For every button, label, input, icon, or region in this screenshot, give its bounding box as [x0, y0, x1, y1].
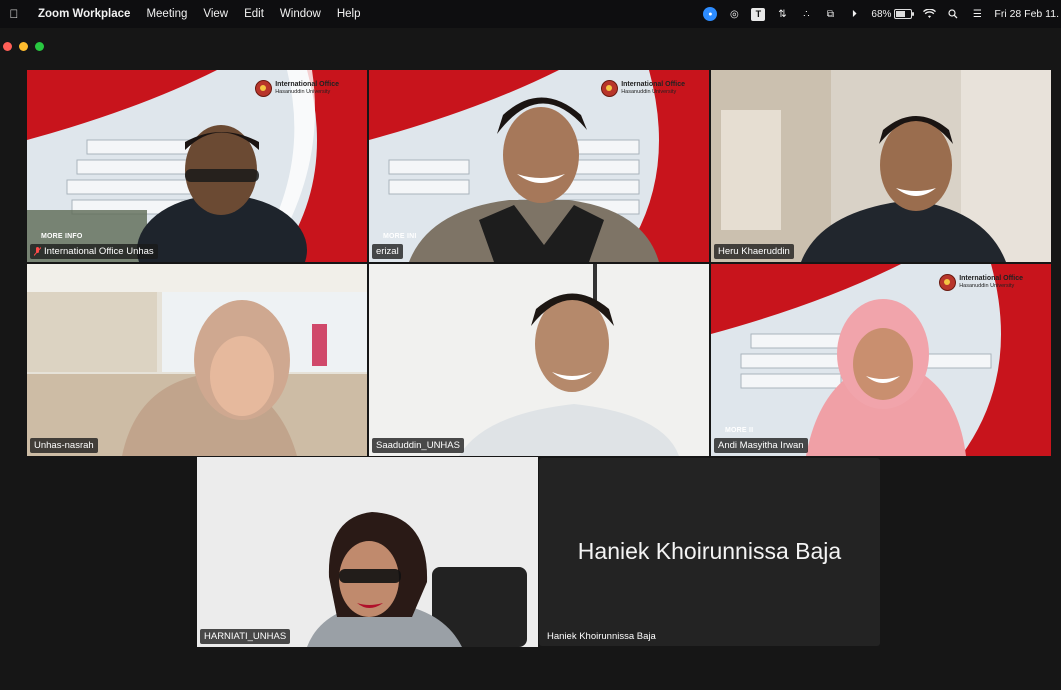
participant-name: Saaduddin_UNHAS [376, 440, 460, 451]
video-feed [711, 70, 1051, 262]
battery-percent: 68% [871, 8, 892, 20]
menu-meeting[interactable]: Meeting [138, 8, 195, 20]
menubar-clock[interactable]: Fri 28 Feb 11. [994, 8, 1059, 20]
video-tile-andi[interactable]: International Office Hasanuddin Universit… [711, 264, 1051, 456]
control-center-icon[interactable]: ☰ [970, 7, 984, 21]
play-icon[interactable]: ⏵ [847, 7, 861, 21]
banner-more-info: MORE INI [383, 233, 417, 240]
participant-name-label: HARNIATI_UNHAS [200, 629, 291, 644]
status-area: ● ◎ T ⇅ ∴ ⧉ ⏵ 68% ☰ Fri 28 Feb 11. [703, 0, 1061, 28]
app-menu: Zoom Workplace Meeting View Edit Window … [30, 8, 368, 20]
menu-view[interactable]: View [195, 8, 236, 20]
participant-name-label: International Office Unhas [30, 244, 158, 259]
extension-icon[interactable]: ◎ [727, 7, 741, 21]
participant-name: Haniek Khoirunnissa Baja [547, 631, 656, 642]
video-tile-nasrah[interactable]: Unhas-nasrah [27, 264, 367, 456]
international-office-logo: International Office Hasanuddin Universit… [601, 80, 685, 97]
video-feed [27, 264, 367, 456]
video-tile-haniek-camera-off[interactable]: Haniek Khoirunnissa Baja Haniek Khoirunn… [539, 458, 880, 646]
participant-display-name: Haniek Khoirunnissa Baja [577, 538, 842, 564]
unhas-seal-icon [601, 80, 619, 97]
logo-university: Hasanuddin University [621, 89, 677, 95]
window-icon[interactable]: ⧉ [823, 7, 837, 21]
battery-icon [894, 9, 915, 19]
logo-office-name: International Office [959, 275, 1023, 282]
video-tile-erizal[interactable]: International Office Hasanuddin Universit… [369, 70, 709, 262]
logo-university: Hasanuddin University [959, 283, 1015, 289]
international-office-logo: International Office Hasanuddin Universit… [255, 80, 339, 97]
minimize-window-button[interactable] [19, 42, 28, 51]
participant-name-label: Haniek Khoirunnissa Baja [543, 629, 660, 644]
participant-name: Andi Masyitha Irwan [718, 440, 804, 451]
menu-window[interactable]: Window [272, 8, 329, 20]
logo-office-name: International Office [621, 81, 685, 88]
logo-office-name: International Office [275, 81, 339, 88]
participant-name: Unhas-nasrah [34, 440, 94, 451]
menu-help[interactable]: Help [329, 8, 369, 20]
participant-name: erizal [376, 246, 399, 257]
unhas-seal-icon [255, 80, 273, 97]
unhas-seal-icon [939, 274, 957, 291]
muted-mic-icon [34, 247, 41, 256]
international-office-logo: International Office Hasanuddin Universit… [939, 274, 1023, 291]
video-tile-harniati-active-speaker[interactable]: HARNIATI_UNHAS [197, 457, 538, 647]
macos-menu-bar:  Zoom Workplace Meeting View Edit Windo… [0, 0, 1061, 28]
menu-app-name[interactable]: Zoom Workplace [30, 8, 138, 20]
participant-name-label: Heru Khaeruddin [714, 244, 794, 259]
banner-more-info: MORE II [725, 427, 754, 434]
spotlight-search-icon[interactable] [946, 7, 960, 21]
video-tile-heru[interactable]: Heru Khaeruddin [711, 70, 1051, 262]
wifi-icon[interactable] [922, 7, 936, 21]
participant-name-label: Andi Masyitha Irwan [714, 438, 808, 453]
video-feed [711, 264, 1051, 456]
video-tile-international-office[interactable]: International Office Hasanuddin Universit… [27, 70, 367, 262]
zoom-window-button[interactable] [35, 42, 44, 51]
apple-menu-icon[interactable]:  [6, 7, 22, 21]
participant-name: International Office Unhas [44, 246, 154, 257]
logo-university: Hasanuddin University [275, 89, 331, 95]
network-icon[interactable]: ⇅ [775, 7, 789, 21]
video-tile-saaduddin[interactable]: Saaduddin_UNHAS [369, 264, 709, 456]
zoom-status-icon[interactable]: ● [703, 7, 718, 21]
menu-edit[interactable]: Edit [236, 8, 272, 20]
participant-name-label: Unhas-nasrah [30, 438, 98, 453]
video-feed [369, 70, 709, 262]
participant-name: Heru Khaeruddin [718, 246, 790, 257]
text-app-icon[interactable]: T [751, 7, 766, 21]
video-feed [197, 457, 538, 647]
participant-name-label: erizal [372, 244, 403, 259]
participant-name-label: Saaduddin_UNHAS [372, 438, 464, 453]
dots-icon[interactable]: ∴ [799, 7, 813, 21]
video-feed [369, 264, 709, 456]
close-window-button[interactable] [3, 42, 12, 51]
participant-name: HARNIATI_UNHAS [204, 631, 287, 642]
battery-status[interactable]: 68% [871, 7, 915, 21]
banner-more-info: MORE INFO [41, 233, 83, 240]
